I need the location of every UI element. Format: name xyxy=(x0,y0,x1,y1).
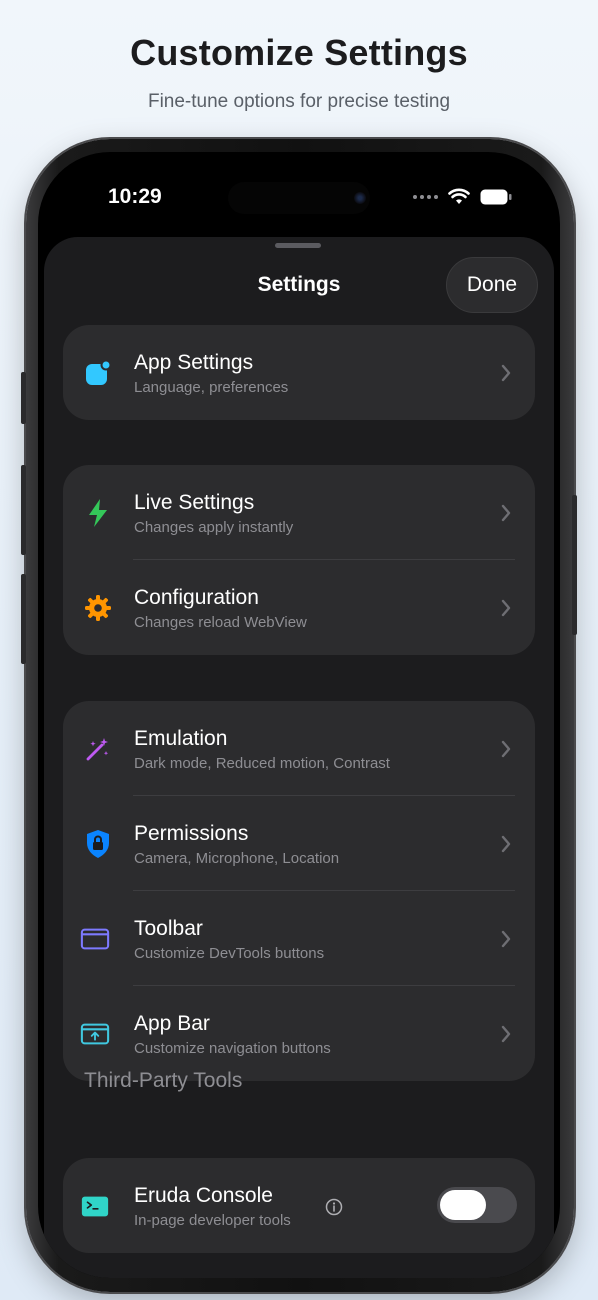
sheet-grabber[interactable] xyxy=(275,243,321,248)
row-title: App Settings xyxy=(134,351,254,374)
row-subtitle: In-page developer tools xyxy=(134,1212,291,1229)
app-settings-icon xyxy=(83,358,113,388)
dynamic-island xyxy=(228,182,370,214)
settings-group-runtime: Live Settings Changes apply instantly Co… xyxy=(63,465,535,655)
chevron-right-icon xyxy=(501,930,511,948)
toolbar-icon xyxy=(80,924,110,954)
settings-sheet: Settings Done App Settings Language, pre… xyxy=(44,237,554,1278)
row-subtitle: Changes reload WebView xyxy=(134,614,307,631)
row-subtitle: Changes apply instantly xyxy=(134,519,294,536)
row-emulation[interactable]: Emulation Dark mode, Reduced motion, Con… xyxy=(63,701,535,796)
cellular-signal-icon xyxy=(413,194,438,199)
row-subtitle: Customize navigation buttons xyxy=(134,1040,331,1057)
settings-group-general: App Settings Language, preferences xyxy=(63,325,535,420)
row-configuration[interactable]: Configuration Changes reload WebView xyxy=(63,560,535,655)
eruda-console-toggle[interactable] xyxy=(437,1187,517,1223)
chevron-right-icon xyxy=(501,364,511,382)
chevron-right-icon xyxy=(501,504,511,522)
phone-screen: 10:29 Settings Done App Settings Languag… xyxy=(38,152,560,1278)
row-eruda-console[interactable]: Eruda Console In-page developer tools xyxy=(63,1158,535,1253)
row-title: Emulation xyxy=(134,727,228,750)
chevron-right-icon xyxy=(501,1025,511,1043)
toggle-knob xyxy=(440,1190,486,1220)
status-indicators xyxy=(413,188,512,205)
gear-icon xyxy=(83,593,113,623)
row-title: Configuration xyxy=(134,586,259,609)
row-subtitle: Customize DevTools buttons xyxy=(134,945,325,962)
info-icon[interactable] xyxy=(325,1198,343,1216)
chevron-right-icon xyxy=(501,740,511,758)
action-button xyxy=(21,372,26,424)
row-title: Eruda Console xyxy=(134,1184,273,1207)
status-time: 10:29 xyxy=(108,185,162,208)
chevron-right-icon xyxy=(501,835,511,853)
done-button[interactable]: Done xyxy=(446,257,538,313)
row-subtitle: Language, preferences xyxy=(134,379,289,396)
battery-icon xyxy=(480,189,512,204)
row-subtitle: Camera, Microphone, Location xyxy=(134,850,340,867)
row-app-settings[interactable]: App Settings Language, preferences xyxy=(63,325,535,420)
row-permissions[interactable]: Permissions Camera, Microphone, Location xyxy=(63,796,535,891)
terminal-icon xyxy=(80,1191,110,1221)
volume-up-button xyxy=(21,465,26,555)
row-live-settings[interactable]: Live Settings Changes apply instantly xyxy=(63,465,535,560)
volume-down-button xyxy=(21,574,26,664)
lock-shield-icon xyxy=(83,829,113,859)
bolt-icon xyxy=(83,498,113,528)
row-title: Toolbar xyxy=(134,917,203,940)
chevron-right-icon xyxy=(501,599,511,617)
row-app-bar[interactable]: App Bar Customize navigation buttons xyxy=(63,986,535,1081)
row-toolbar[interactable]: Toolbar Customize DevTools buttons xyxy=(63,891,535,986)
app-bar-icon xyxy=(80,1019,110,1049)
power-button xyxy=(572,495,577,635)
settings-group-customization: Emulation Dark mode, Reduced motion, Con… xyxy=(63,701,535,1081)
row-title: Live Settings xyxy=(134,491,255,514)
settings-group-third-party: Eruda Console In-page developer tools xyxy=(63,1158,535,1253)
promo-headline: Customize Settings xyxy=(130,32,468,73)
camera-icon xyxy=(354,192,366,204)
magic-wand-icon xyxy=(83,734,113,764)
wifi-icon xyxy=(448,188,470,204)
row-subtitle: Dark mode, Reduced motion, Contrast xyxy=(134,755,390,772)
row-title: Permissions xyxy=(134,822,249,845)
promo-subhead: Fine-tune options for precise testing xyxy=(147,91,451,112)
section-header-third-party: Third-Party Tools xyxy=(84,1069,243,1092)
row-title: App Bar xyxy=(134,1012,210,1035)
